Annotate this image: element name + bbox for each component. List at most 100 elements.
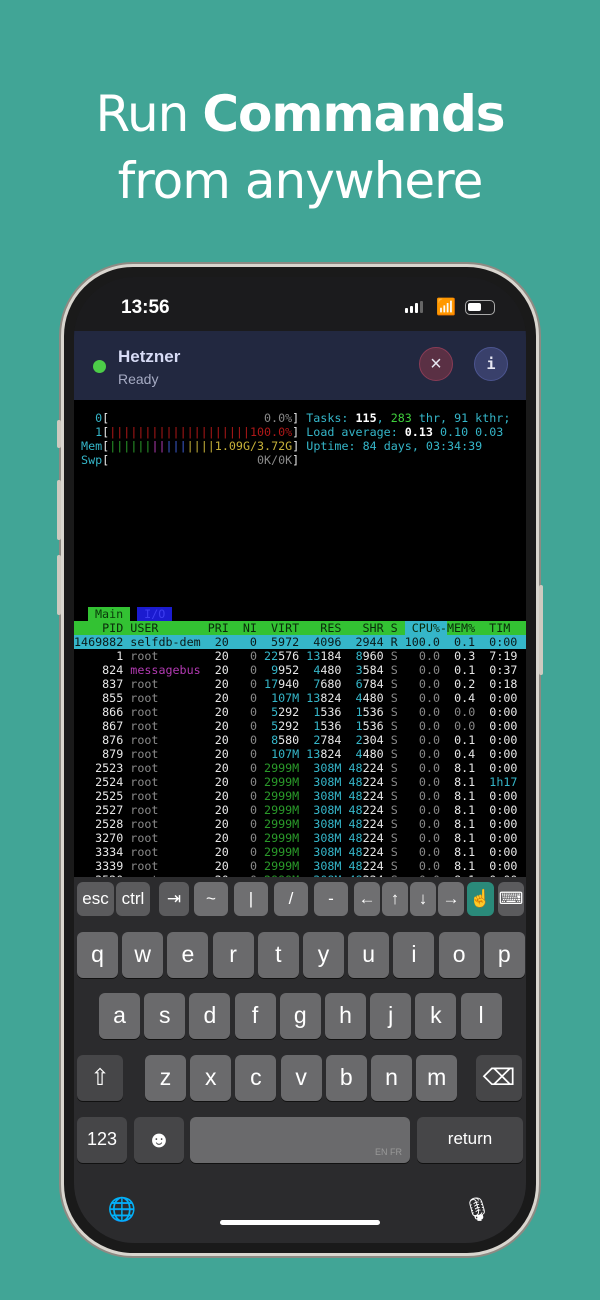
arrow-up-key[interactable]: ↑	[382, 882, 408, 916]
return-key[interactable]: return	[417, 1117, 523, 1163]
esc-key[interactable]: esc	[77, 882, 114, 916]
shift-key[interactable]: ⇧	[77, 1055, 123, 1101]
key-b[interactable]: b	[325, 1055, 367, 1101]
globe-icon[interactable]: 🌐	[99, 1187, 145, 1233]
key-y[interactable]: y	[303, 932, 344, 978]
terminal-text: S	[383, 859, 398, 873]
arrow-right-key[interactable]: →	[438, 882, 464, 916]
key-d[interactable]: d	[189, 993, 231, 1039]
key-f[interactable]: f	[234, 993, 276, 1039]
key-n[interactable]: n	[371, 1055, 412, 1101]
terminal-text: 0	[228, 691, 257, 705]
key-m[interactable]: m	[416, 1055, 458, 1101]
touch-mode-icon[interactable]: ☝	[467, 882, 494, 916]
slash-key[interactable]: /	[274, 882, 308, 916]
key-h[interactable]: h	[325, 993, 366, 1039]
arrow-down-key[interactable]: ↓	[410, 882, 436, 916]
tab-main[interactable]: Main	[88, 607, 131, 621]
process-row[interactable]: 855 root 20 0 107M 13824 4480 S 0.0 0.4 …	[74, 691, 517, 705]
terminal-text: root	[130, 775, 201, 789]
terminal-text: 0	[228, 803, 257, 817]
key-v[interactable]: v	[280, 1055, 322, 1101]
tab-io[interactable]: I/O	[137, 607, 173, 621]
process-row[interactable]: 2527 root 20 0 2999M 308M 48224 S 0.0 8.…	[74, 803, 517, 817]
tilde-key[interactable]: ~	[194, 882, 228, 916]
process-row[interactable]: 1 root 20 0 22576 13184 8960 S 0.0 0.3 7…	[74, 649, 517, 663]
key-z[interactable]: z	[145, 1055, 186, 1101]
dash-key[interactable]: -	[314, 882, 348, 916]
terminal-text: root	[130, 649, 201, 663]
terminal-text: 8.1	[440, 803, 476, 817]
process-row[interactable]: 3270 root 20 0 2999M 308M 48224 S 0.0 8.…	[74, 831, 517, 845]
process-row[interactable]: 879 root 20 0 107M 13824 4480 S 0.0 0.4 …	[74, 747, 517, 761]
key-a[interactable]: a	[99, 993, 140, 1039]
process-row[interactable]: 2525 root 20 0 2999M 308M 48224 S 0.0 8.…	[74, 789, 517, 803]
key-u[interactable]: u	[348, 932, 390, 978]
process-row[interactable]: 2523 root 20 0 2999M 308M 48224 S 0.0 8.…	[74, 761, 517, 775]
terminal-text: S	[383, 775, 398, 789]
key-l[interactable]: l	[460, 993, 502, 1039]
terminal-text: 0:00	[475, 817, 518, 831]
key-t[interactable]: t	[257, 932, 299, 978]
key-i[interactable]: i	[393, 932, 435, 978]
terminal-text: 48	[348, 817, 363, 831]
terminal-text: 824	[320, 747, 342, 761]
key-g[interactable]: g	[279, 993, 321, 1039]
emoji-key[interactable]: ☻	[134, 1117, 184, 1163]
terminal-text: 107M	[264, 691, 300, 705]
terminal-text: 2	[306, 733, 321, 747]
key-j[interactable]: j	[370, 993, 412, 1039]
key-c[interactable]: c	[235, 1055, 277, 1101]
terminal-text: 0:00	[475, 789, 518, 803]
info-button[interactable]: i	[474, 347, 508, 381]
terminal-text: 2528	[74, 817, 131, 831]
key-x[interactable]: x	[190, 1055, 232, 1101]
key-k[interactable]: k	[415, 993, 457, 1039]
process-row[interactable]: 867 root 20 0 5292 1536 1536 S 0.0 0.0 0…	[74, 719, 517, 733]
process-row[interactable]: 2528 root 20 0 2999M 308M 48224 S 0.0 8.…	[74, 817, 517, 831]
terminal-text: 8.1	[440, 845, 476, 859]
terminal-text: 680	[320, 677, 342, 691]
terminal-text: S	[383, 733, 398, 747]
key-p[interactable]: p	[483, 932, 525, 978]
terminal-text: 0	[228, 817, 257, 831]
numbers-key[interactable]: 123	[77, 1117, 127, 1163]
process-row[interactable]: 837 root 20 0 17940 7680 6784 S 0.0 0.2 …	[74, 677, 517, 691]
delete-key[interactable]: ⌫	[476, 1055, 522, 1101]
microphone-icon[interactable]: 🎙	[454, 1187, 500, 1233]
terminal[interactable]: 0[ 0.0%] Tasks: 115, 283 thr, 91 kthr; 1…	[74, 400, 526, 877]
process-row[interactable]: 876 root 20 0 8580 2784 2304 S 0.0 0.1 0…	[74, 733, 517, 747]
hide-keyboard-icon[interactable]: ⌨	[498, 882, 524, 916]
close-session-button[interactable]: ×	[419, 347, 453, 381]
terminal-text: 6	[348, 677, 363, 691]
key-w[interactable]: w	[122, 932, 164, 978]
tab-key[interactable]: ⇥	[159, 882, 189, 916]
terminal-text: 855	[74, 691, 131, 705]
terminal-text: 107M	[264, 747, 300, 761]
key-q[interactable]: q	[77, 932, 118, 978]
ctrl-key[interactable]: ctrl	[116, 882, 150, 916]
key-e[interactable]: e	[167, 932, 209, 978]
arrow-left-key[interactable]: ←	[354, 882, 380, 916]
terminal-text: Uptime:	[306, 439, 363, 453]
terminal-text: 0.0	[397, 859, 441, 873]
key-s[interactable]: s	[144, 993, 186, 1039]
pipe-key[interactable]: |	[234, 882, 268, 916]
key-o[interactable]: o	[438, 932, 480, 978]
space-bar[interactable]: EN FR	[190, 1117, 410, 1163]
process-row[interactable]: 3334 root 20 0 2999M 308M 48224 S 0.0 8.…	[74, 845, 517, 859]
terminal-text: 2999M	[264, 859, 300, 873]
terminal-text: 308M	[306, 789, 342, 803]
uptime-value: 84 days, 03:34:39	[362, 439, 483, 453]
key-r[interactable]: r	[212, 932, 254, 978]
process-row[interactable]: 866 root 20 0 5292 1536 1536 S 0.0 0.0 0…	[74, 705, 517, 719]
process-row[interactable]: 3339 root 20 0 2999M 308M 48224 S 0.0 8.…	[74, 859, 517, 873]
process-row[interactable]: 824 messagebus 20 0 9952 4480 3584 S 0.0…	[74, 663, 517, 677]
process-list: 1469882 selfdb-dem 20 0 5972 4096 2944 R…	[74, 635, 526, 877]
process-row-selected[interactable]: 1469882 selfdb-dem 20 0 5972 4096 2944 R…	[74, 635, 526, 649]
process-row[interactable]: 2524 root 20 0 2999M 308M 48224 S 0.0 8.…	[74, 775, 517, 789]
